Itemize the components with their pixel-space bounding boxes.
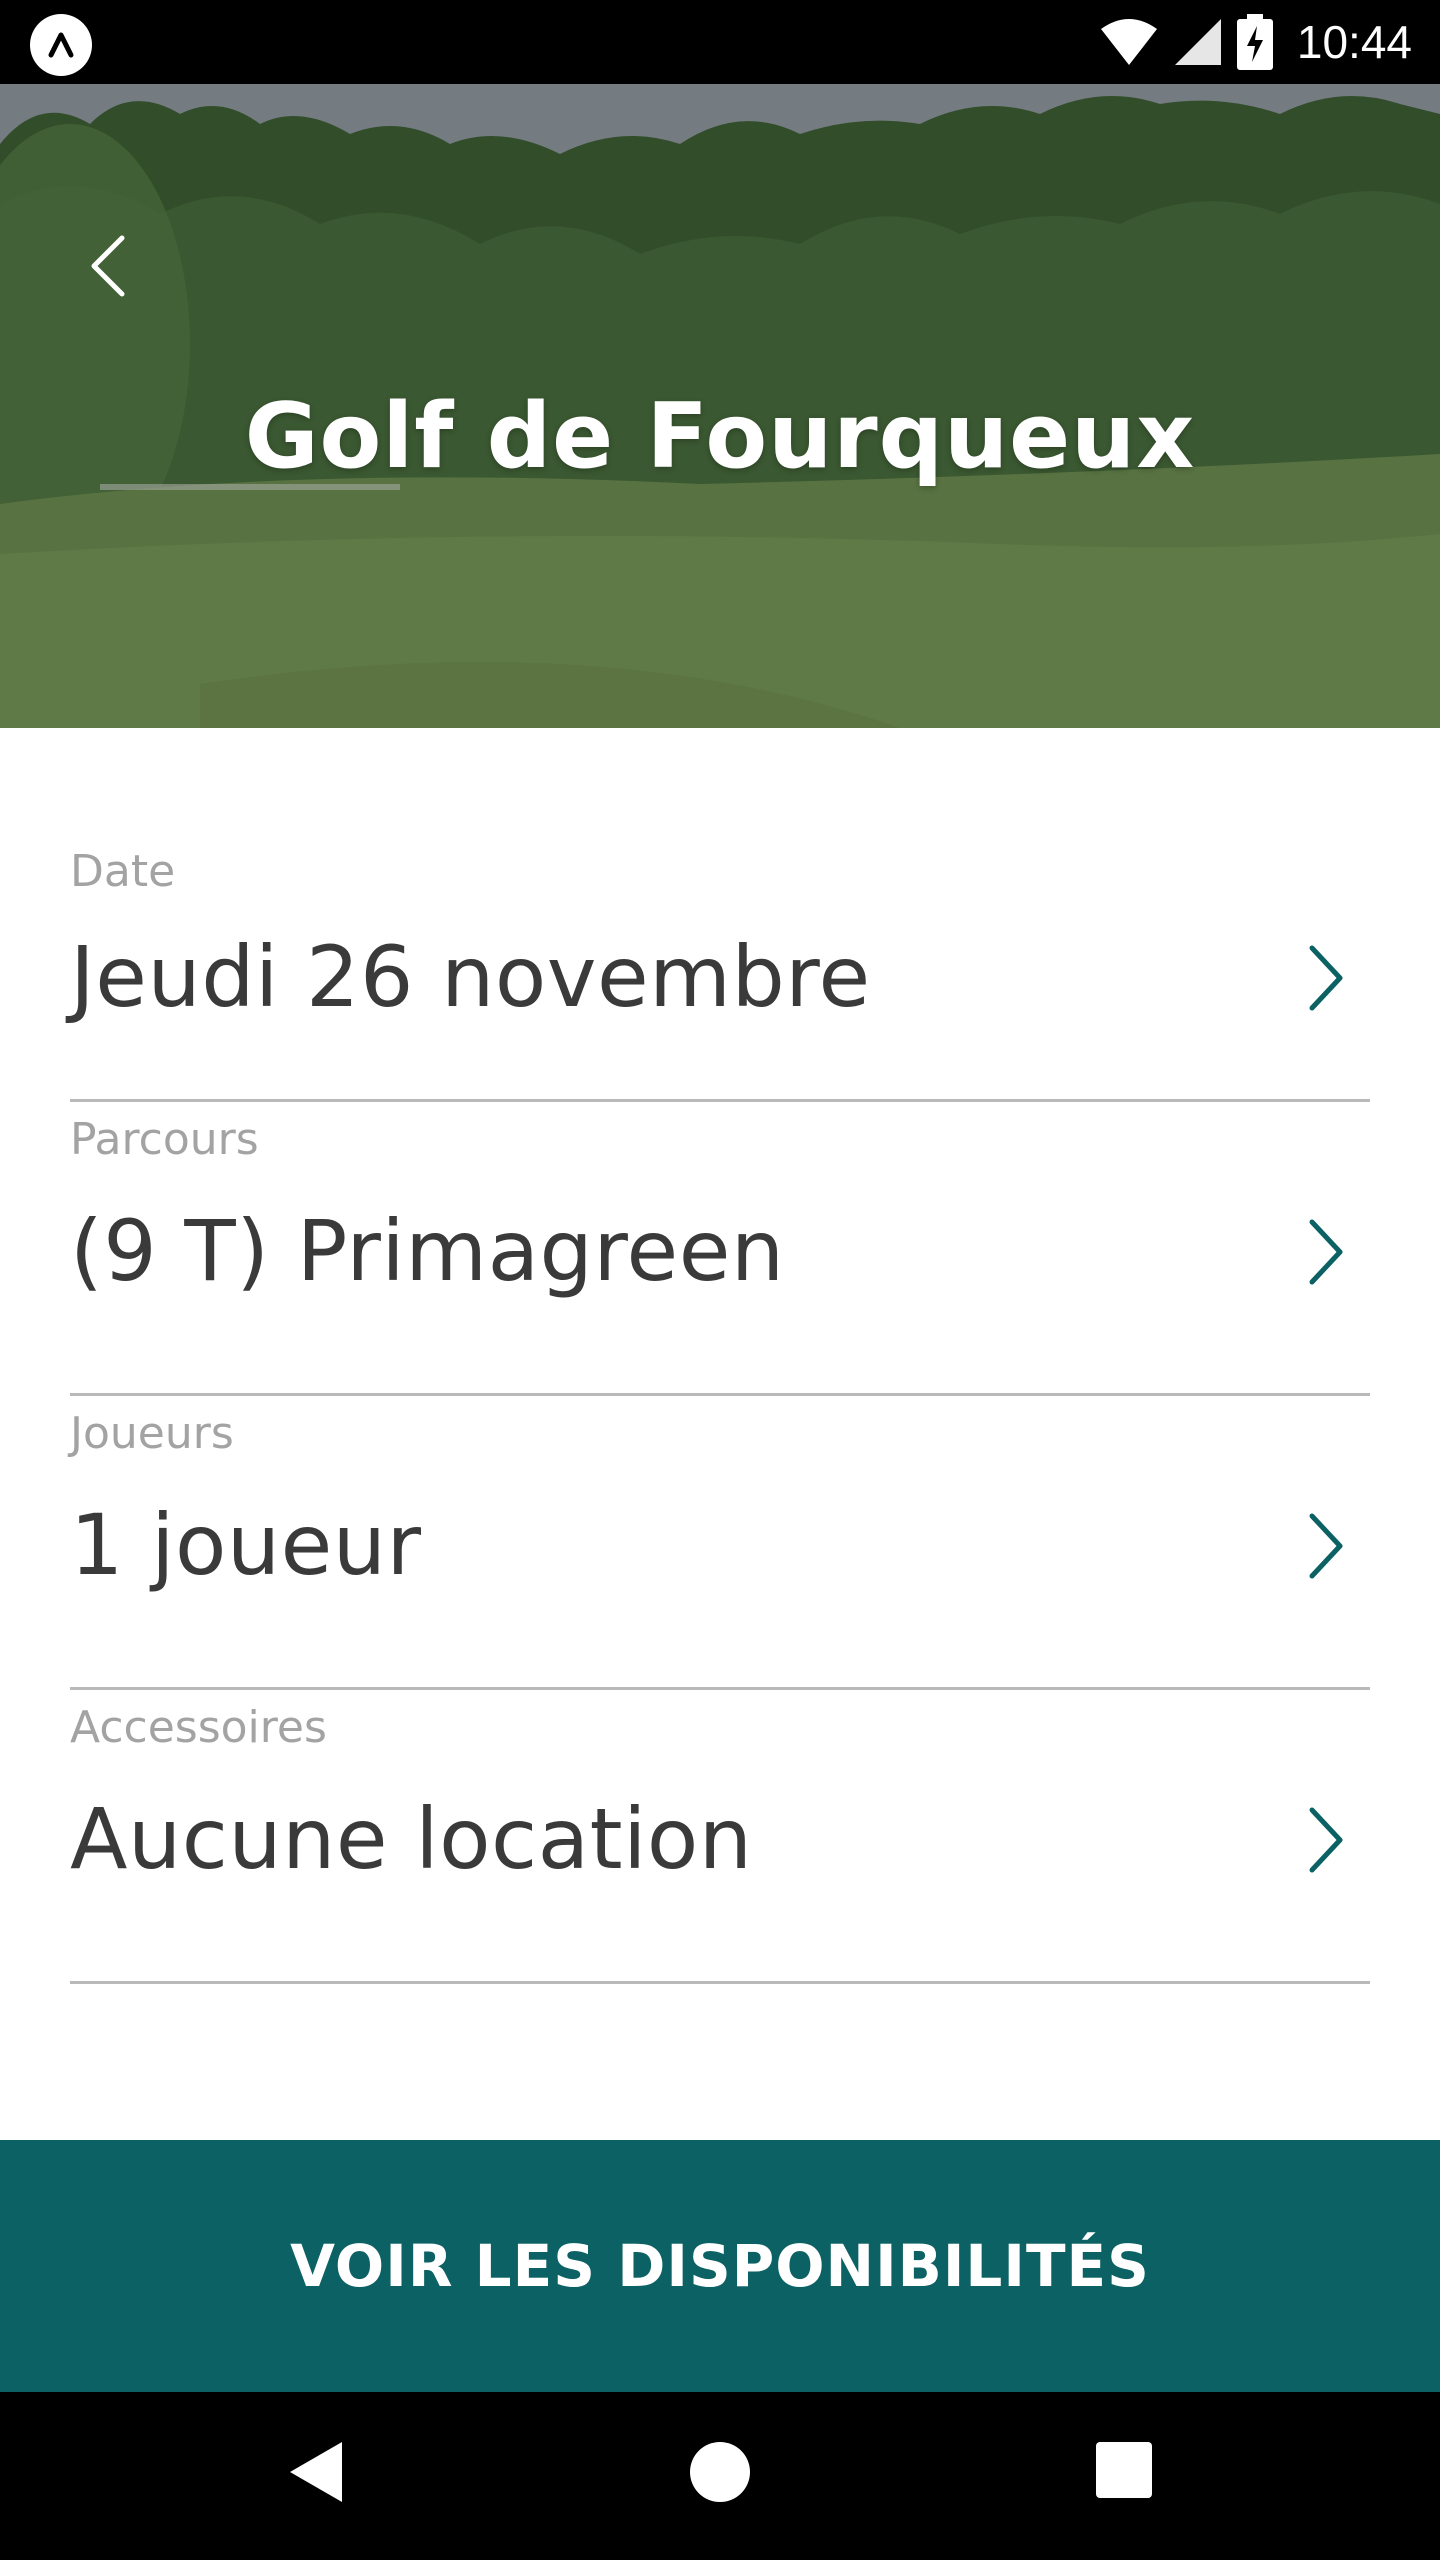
status-icons: 10:44 xyxy=(1099,0,1412,84)
players-label: Joueurs xyxy=(70,1408,234,1459)
date-row[interactable]: Date Jeudi 26 novembre xyxy=(70,836,1370,1102)
battery-charging-icon xyxy=(1236,14,1273,70)
date-label: Date xyxy=(70,846,176,897)
players-value: 1 joueur xyxy=(70,1496,422,1594)
system-nav-bar xyxy=(0,2392,1440,2560)
accessories-label: Accessoires xyxy=(70,1702,327,1753)
wifi-icon xyxy=(1100,19,1157,65)
back-button[interactable] xyxy=(88,234,148,314)
recents-square-icon[interactable] xyxy=(1096,2442,1152,2498)
date-value: Jeudi 26 novembre xyxy=(70,928,871,1026)
accessories-value: Aucune location xyxy=(70,1790,753,1888)
signal-icon xyxy=(1174,19,1221,65)
status-time: 10:44 xyxy=(1296,16,1412,68)
course-label: Parcours xyxy=(70,1114,259,1165)
app-logo-icon xyxy=(30,14,92,76)
course-row[interactable]: Parcours (9 T) Primagreen xyxy=(70,1102,1370,1396)
hero-banner: Golf de Fourqueux xyxy=(0,84,1440,728)
see-availability-button[interactable]: VOIR LES DISPONIBILITÉS xyxy=(0,2140,1440,2392)
players-row[interactable]: Joueurs 1 joueur xyxy=(70,1396,1370,1690)
status-bar: 10:44 xyxy=(0,0,1440,84)
accessories-row[interactable]: Accessoires Aucune location xyxy=(70,1690,1370,1984)
chevron-left-icon xyxy=(91,235,125,297)
back-triangle-icon[interactable] xyxy=(288,2440,344,2504)
chevron-right-icon xyxy=(1309,1219,1343,1285)
chevron-right-icon xyxy=(1309,1807,1343,1873)
booking-form: Date Jeudi 26 novembre Parcours (9 T) Pr… xyxy=(70,836,1370,1984)
chevron-right-icon xyxy=(1309,945,1343,1011)
course-value: (9 T) Primagreen xyxy=(70,1202,785,1300)
home-circle-icon[interactable] xyxy=(690,2442,750,2502)
page-title: Golf de Fourqueux xyxy=(244,384,1196,489)
chevron-right-icon xyxy=(1309,1513,1343,1579)
